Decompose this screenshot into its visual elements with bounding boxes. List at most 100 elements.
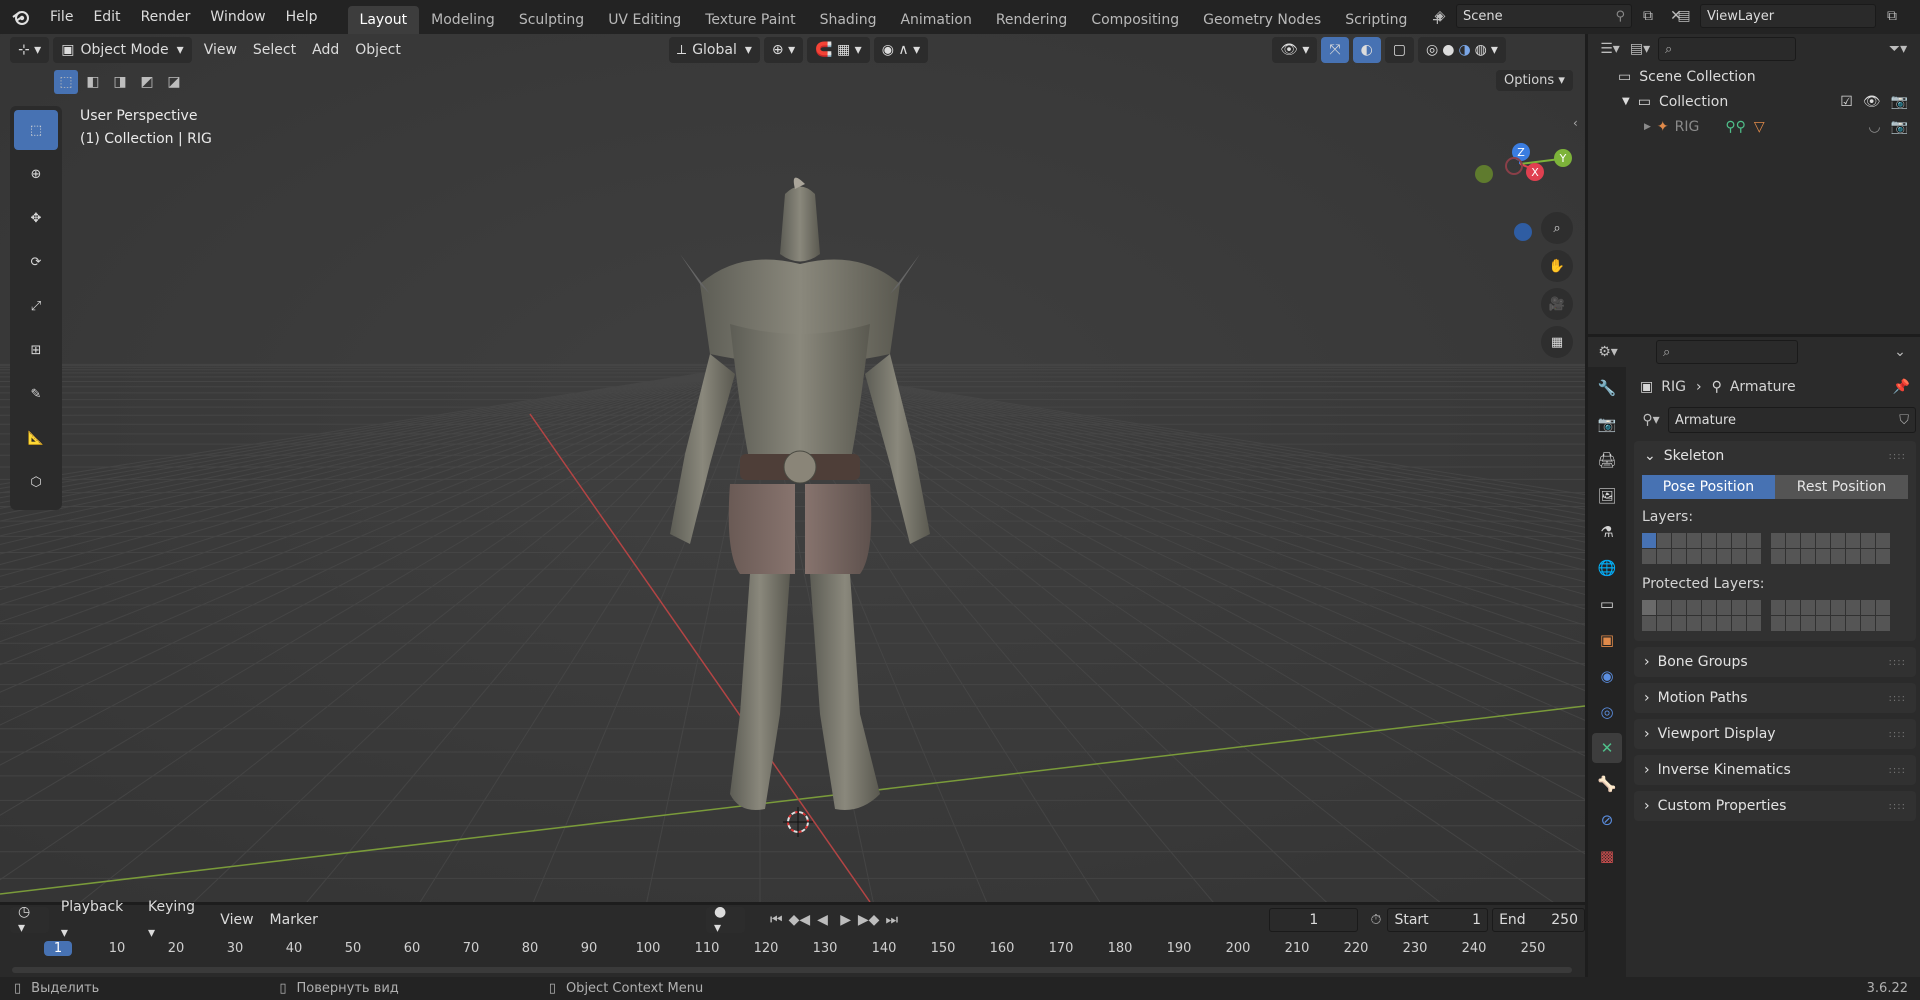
- menu-add[interactable]: Add: [304, 37, 347, 63]
- custom-properties-panel[interactable]: › Custom Properties::::: [1634, 791, 1916, 821]
- editor-type-icon[interactable]: ☰▾: [1598, 37, 1622, 61]
- sidebar-toggle-icon[interactable]: ‹: [1573, 116, 1578, 130]
- protected-grid-left[interactable]: [1642, 600, 1761, 631]
- scene-field[interactable]: Scene ⚲: [1456, 4, 1632, 28]
- rotate-tool[interactable]: ⟳: [14, 242, 58, 282]
- rendered-shading-icon[interactable]: ◍: [1475, 42, 1487, 58]
- stopwatch-icon[interactable]: ⏱: [1364, 908, 1387, 932]
- frame-ruler[interactable]: 1 10 20 30 40 50 60 70 80 90 100 110 120 130 140 150 160…: [0, 939, 1585, 961]
- timeline-scrollbar[interactable]: [12, 967, 1572, 973]
- move-tool[interactable]: ✥: [14, 198, 58, 238]
- pin-icon[interactable]: ⚲: [1615, 9, 1625, 24]
- visibility-button[interactable]: 👁 ▾: [1272, 37, 1318, 63]
- select-box-tool[interactable]: ⬚: [14, 110, 58, 150]
- layers-grid-left[interactable]: [1642, 533, 1761, 564]
- fake-user-shield-icon[interactable]: ⛉: [1899, 413, 1909, 428]
- frame-tick[interactable]: 100: [634, 941, 662, 956]
- bone-constraint-tab-icon[interactable]: ⊘: [1592, 805, 1622, 835]
- frame-tick[interactable]: 40: [280, 941, 308, 956]
- frame-tick[interactable]: 180: [1106, 941, 1134, 956]
- zoom-icon[interactable]: ⌕: [1541, 212, 1573, 244]
- scene-tab-icon[interactable]: ⚗: [1592, 517, 1622, 547]
- frame-tick[interactable]: 220: [1342, 941, 1370, 956]
- proportional-editing-button[interactable]: ◉ ∧ ▾: [873, 37, 929, 63]
- protected-grid-right[interactable]: [1771, 600, 1890, 631]
- mode-dropdown[interactable]: ▣ Object Mode ▾: [53, 37, 192, 63]
- tab-rendering[interactable]: Rendering: [984, 6, 1080, 34]
- prev-keyframe-icon[interactable]: ◆◀: [788, 908, 811, 932]
- end-frame-field[interactable]: End 250: [1492, 908, 1585, 932]
- layers-grid-right[interactable]: [1771, 533, 1890, 564]
- tool-tab-icon[interactable]: 🔧: [1592, 373, 1622, 403]
- bone-tab-icon[interactable]: 🦴: [1592, 769, 1622, 799]
- outliner-row-rig[interactable]: ▶ ✦ RIG ⚲⚲ ▽ ◡ 📷: [1588, 114, 1920, 139]
- exclude-checkbox[interactable]: ☑: [1840, 94, 1853, 110]
- play-icon[interactable]: ▶: [834, 908, 857, 932]
- cursor-tool[interactable]: ⊕: [14, 154, 58, 194]
- measure-tool[interactable]: 📐: [14, 418, 58, 458]
- render-tab-icon[interactable]: 📷: [1592, 409, 1622, 439]
- output-tab-icon[interactable]: 🖨: [1592, 445, 1622, 475]
- new-view-layer-icon[interactable]: ⧉: [1880, 4, 1904, 28]
- properties-search-input[interactable]: ⌕: [1656, 340, 1798, 364]
- 3d-viewport[interactable]: ⊹ ▾ ▣ Object Mode ▾ View Select Add Obje…: [0, 34, 1585, 902]
- jump-start-icon[interactable]: ⏮: [765, 908, 788, 932]
- editor-type-icon[interactable]: ◷ ▾: [10, 904, 49, 936]
- world-tab-icon[interactable]: 🌐: [1592, 553, 1622, 583]
- menu-view[interactable]: View: [196, 37, 245, 63]
- select-subtract-icon[interactable]: ◨: [108, 70, 132, 94]
- frame-tick[interactable]: 190: [1165, 941, 1193, 956]
- frame-tick[interactable]: 80: [516, 941, 544, 956]
- frame-tick[interactable]: 60: [398, 941, 426, 956]
- drag-handle-icon[interactable]: ::::: [1889, 693, 1906, 704]
- physics-tab-icon[interactable]: ◎: [1592, 697, 1622, 727]
- xray-toggle-button[interactable]: ▢: [1384, 37, 1415, 63]
- menu-select[interactable]: Select: [245, 37, 304, 63]
- drag-handle-icon[interactable]: ::::: [1889, 765, 1906, 776]
- 3d-cursor-icon[interactable]: [783, 807, 813, 837]
- frame-tick[interactable]: 30: [221, 941, 249, 956]
- record-button[interactable]: ● ▾: [705, 904, 745, 936]
- marker-menu[interactable]: Marker: [262, 907, 326, 933]
- expand-arrow-icon[interactable]: ▶: [1644, 122, 1651, 132]
- collection-tab-icon[interactable]: ▭: [1592, 589, 1622, 619]
- outliner-row-scene-collection[interactable]: ▭ Scene Collection: [1588, 64, 1920, 89]
- current-frame-field[interactable]: 1: [1269, 908, 1359, 932]
- camera-icon[interactable]: 🎥: [1541, 288, 1573, 320]
- pivot-point-button[interactable]: ⊕ ▾: [763, 37, 804, 63]
- drag-handle-icon[interactable]: ::::: [1889, 657, 1906, 668]
- texture-tab-icon[interactable]: ▩: [1592, 841, 1622, 871]
- scale-tool[interactable]: ⤢: [14, 286, 58, 326]
- object-tab-icon[interactable]: ▣: [1592, 625, 1622, 655]
- wireframe-shading-icon[interactable]: ◎: [1426, 42, 1438, 58]
- tab-sculpting[interactable]: Sculpting: [507, 6, 596, 34]
- frame-tick[interactable]: 20: [162, 941, 190, 956]
- add-cube-tool[interactable]: ⬡: [14, 462, 58, 502]
- jump-end-icon[interactable]: ⏭: [880, 908, 903, 932]
- menu-file[interactable]: File: [40, 0, 83, 34]
- transform-tool[interactable]: ⊞: [14, 330, 58, 370]
- new-scene-icon[interactable]: ⧉: [1636, 4, 1660, 28]
- armature-data-icon[interactable]: ⚲▾: [1634, 408, 1668, 432]
- view-layer-icon[interactable]: ▤: [1672, 4, 1696, 28]
- inverse-kinematics-panel[interactable]: › Inverse Kinematics::::: [1634, 755, 1916, 785]
- modifiers-tab-icon[interactable]: ◉: [1592, 661, 1622, 691]
- view-layer-field[interactable]: ViewLayer: [1700, 4, 1876, 28]
- motion-paths-panel[interactable]: › Motion Paths::::: [1634, 683, 1916, 713]
- frame-tick[interactable]: 160: [988, 941, 1016, 956]
- tab-modeling[interactable]: Modeling: [419, 6, 507, 34]
- blender-logo-icon[interactable]: [8, 5, 34, 29]
- skeleton-panel-header[interactable]: ⌄ Skeleton ::::: [1634, 441, 1916, 471]
- next-keyframe-icon[interactable]: ▶◆: [857, 908, 880, 932]
- select-invert-icon[interactable]: ◩: [135, 70, 159, 94]
- editor-type-button[interactable]: ⊹ ▾: [10, 37, 50, 63]
- pin-icon[interactable]: 📌: [1893, 379, 1910, 395]
- pose-position-button[interactable]: Pose Position: [1642, 475, 1775, 499]
- chevron-down-icon[interactable]: ⌄: [1888, 340, 1912, 364]
- frame-tick[interactable]: 250: [1519, 941, 1547, 956]
- select-intersect-icon[interactable]: ◪: [162, 70, 186, 94]
- tab-texture-paint[interactable]: Texture Paint: [693, 6, 807, 34]
- view-layer-tab-icon[interactable]: 🖼: [1592, 481, 1622, 511]
- menu-help[interactable]: Help: [276, 0, 328, 34]
- chevron-down-icon[interactable]: ▾: [1491, 42, 1498, 58]
